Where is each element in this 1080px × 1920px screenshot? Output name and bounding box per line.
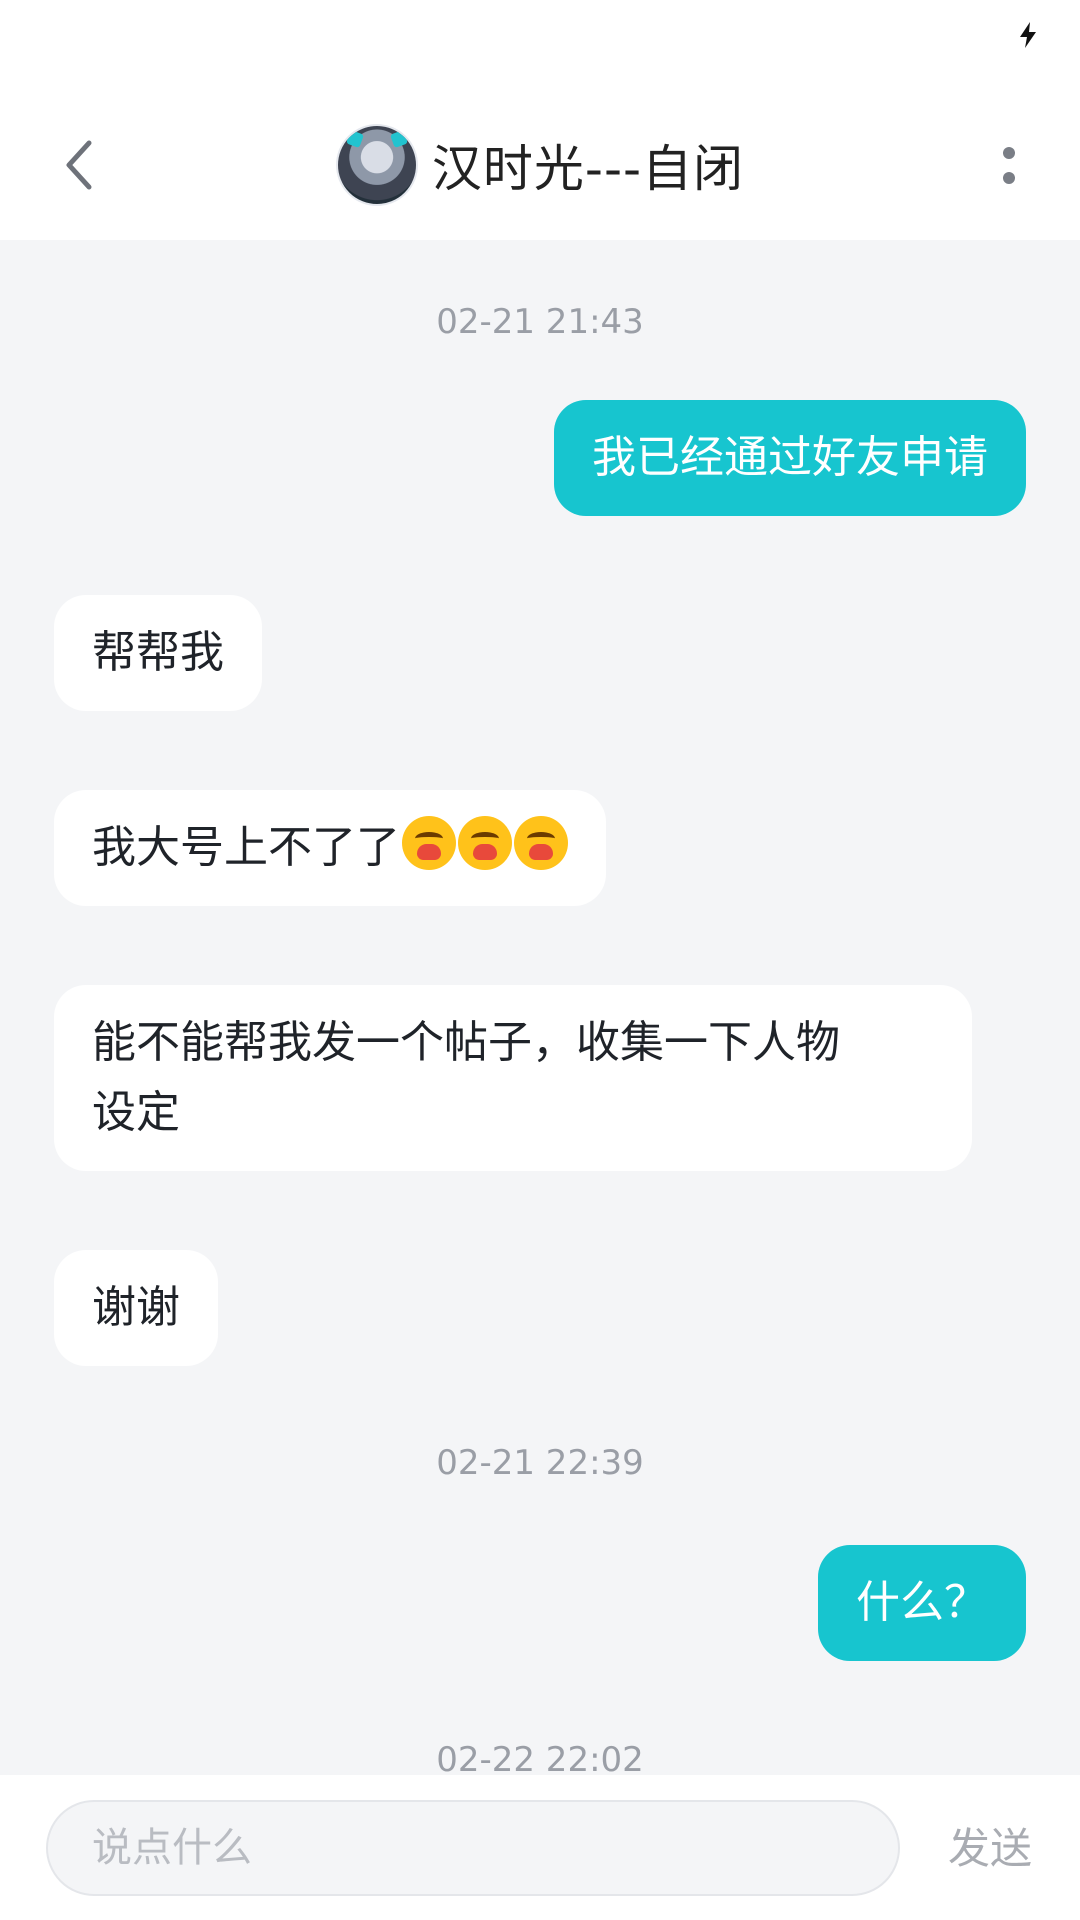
avatar[interactable] (335, 124, 418, 206)
timestamp: 02-21 21:43 (436, 302, 644, 342)
chat-title: 汉时光---自闭 (431, 140, 745, 198)
message-input[interactable] (46, 1800, 900, 1896)
status-bar (0, 0, 1080, 90)
crying-emoji-icon (402, 816, 456, 870)
more-options-button[interactable] (964, 120, 1054, 210)
message-text-line: 设定 (92, 1087, 180, 1138)
outgoing-message[interactable]: 什么？ (818, 1545, 1026, 1661)
message-text-line: 能不能帮我发一个帖子，收集一下人物 (92, 1017, 840, 1068)
send-button[interactable]: 发送 (948, 1815, 1032, 1876)
input-bar: 发送 (0, 1775, 1080, 1920)
chat-header: 汉时光---自闭 (0, 90, 1080, 240)
outgoing-message[interactable]: 我已经通过好友申请 (554, 400, 1026, 516)
crying-emoji-icon (458, 816, 512, 870)
incoming-message[interactable]: 谢谢 (54, 1250, 218, 1366)
message-list[interactable]: 02-21 21:43 我已经通过好友申请 帮帮我 我大号上不了了 能不能帮我发… (0, 240, 1080, 1775)
message-text: 我大号上不了了 (92, 822, 400, 873)
incoming-message[interactable]: 我大号上不了了 (54, 790, 606, 906)
crying-emoji-icon (514, 816, 568, 870)
timestamp: 02-21 22:39 (436, 1443, 644, 1483)
chat-title-group: 汉时光---自闭 (0, 90, 1080, 240)
incoming-message[interactable]: 帮帮我 (54, 595, 262, 711)
more-dot-icon (1003, 146, 1015, 159)
incoming-message[interactable]: 能不能帮我发一个帖子，收集一下人物 设定 (54, 985, 972, 1171)
chat-screen: 汉时光---自闭 02-21 21:43 我已经通过好友申请 帮帮我 我大号上不… (0, 0, 1080, 1920)
timestamp: 02-22 22:02 (436, 1740, 644, 1775)
charging-bolt-icon (1020, 22, 1036, 48)
more-dot-icon (1003, 171, 1015, 184)
